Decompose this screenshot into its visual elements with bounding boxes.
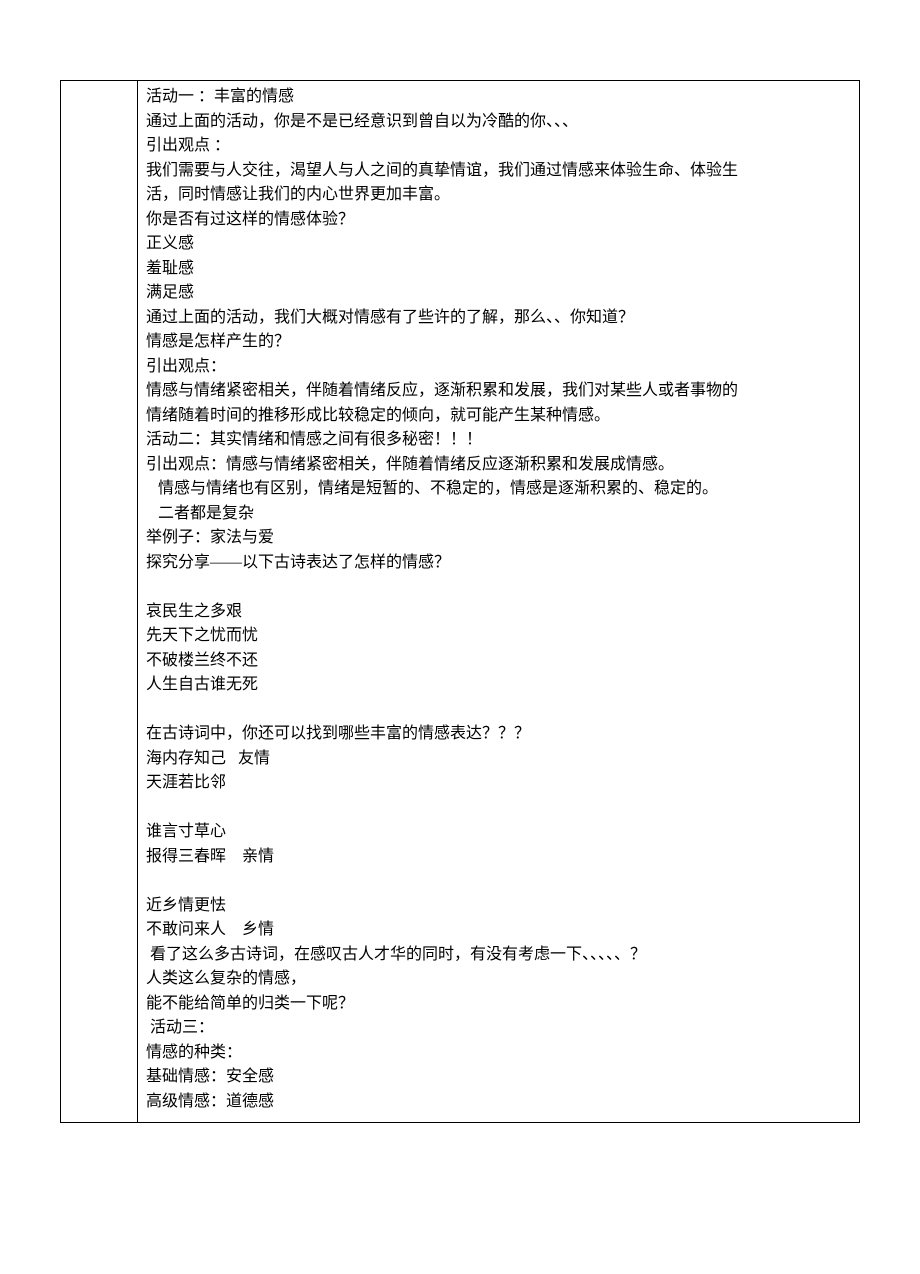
text-line: 引出观点 ： xyxy=(146,134,851,159)
text-line: 不敢问来人 乡情 xyxy=(146,918,851,943)
text-line: 正义感 xyxy=(146,232,851,257)
blank-line xyxy=(146,575,851,600)
page-container: 活动一 ：丰富的情感通过上面的活动，你是不是已经意识到曾自以为冷酷的你、、、引出… xyxy=(0,0,920,1274)
text-line: 情绪随着时间的推移形成比较稳定的倾向，就可能产生某种情感。 xyxy=(146,404,851,429)
text-line: 天涯若比邻 xyxy=(146,771,851,796)
text-line: 基础情感：安全感 xyxy=(146,1065,851,1090)
blank-line xyxy=(146,698,851,723)
text-line: 高级情感：道德感 xyxy=(146,1090,851,1115)
text-line: 先天下之忧而忧 xyxy=(146,624,851,649)
text-line: 近乡情更怯 xyxy=(146,894,851,919)
text-line: 满足感 xyxy=(146,281,851,306)
text-line: 通过上面的活动，我们大概对情感有了些许的了解，那么、、你知道？ xyxy=(146,306,851,331)
content-table: 活动一 ：丰富的情感通过上面的活动，你是不是已经意识到曾自以为冷酷的你、、、引出… xyxy=(60,80,860,1123)
text-line: 活动一 ：丰富的情感 xyxy=(146,85,851,110)
text-line: 通过上面的活动，你是不是已经意识到曾自以为冷酷的你、、、 xyxy=(146,110,851,135)
text-line: 看了这么多古诗词，在感叹古人才华的同时，有没有考虑一下、、、、、？ xyxy=(146,943,851,968)
text-line: 在古诗词中，你还可以找到哪些丰富的情感表达？？？ xyxy=(146,722,851,747)
text-line: 引出观点：情感与情绪紧密相关，伴随着情绪反应逐渐积累和发展成情感。 xyxy=(146,453,851,478)
text-line: 情感是怎样产生的？ xyxy=(146,330,851,355)
text-line: 人类这么复杂的情感， xyxy=(146,967,851,992)
left-cell xyxy=(61,81,138,1123)
text-line: 情感的种类： xyxy=(146,1041,851,1066)
text-line: 你是否有过这样的情感体验？ xyxy=(146,208,851,233)
text-line: 哀民生之多艰 xyxy=(146,600,851,625)
text-line: 羞耻感 xyxy=(146,257,851,282)
text-line: 能不能给简单的归类一下呢？ xyxy=(146,992,851,1017)
content-block: 活动一 ：丰富的情感通过上面的活动，你是不是已经意识到曾自以为冷酷的你、、、引出… xyxy=(146,85,851,1114)
content-cell: 活动一 ：丰富的情感通过上面的活动，你是不是已经意识到曾自以为冷酷的你、、、引出… xyxy=(138,81,860,1123)
text-line: 报得三春晖 亲情 xyxy=(146,845,851,870)
blank-line xyxy=(146,796,851,821)
text-line: 活动二：其实情绪和情感之间有很多秘密！！！ xyxy=(146,428,851,453)
text-line: 活，同时情感让我们的内心世界更加丰富。 xyxy=(146,183,851,208)
text-line: 活动三： xyxy=(146,1016,851,1041)
blank-line xyxy=(146,869,851,894)
text-line: 不破楼兰终不还 xyxy=(146,649,851,674)
text-line: 谁言寸草心 xyxy=(146,820,851,845)
text-line: 情感与情绪也有区别，情绪是短暂的、不稳定的，情感是逐渐积累的、稳定的。 xyxy=(146,477,851,502)
text-line: 情感与情绪紧密相关，伴随着情绪反应，逐渐积累和发展，我们对某些人或者事物的 xyxy=(146,379,851,404)
text-line: 二者都是复杂 xyxy=(146,502,851,527)
text-line: 人生自古谁无死 xyxy=(146,673,851,698)
text-line: 举例子：家法与爱 xyxy=(146,526,851,551)
text-line: 引出观点： xyxy=(146,355,851,380)
text-line: 海内存知己 友情 xyxy=(146,747,851,772)
table-row: 活动一 ：丰富的情感通过上面的活动，你是不是已经意识到曾自以为冷酷的你、、、引出… xyxy=(61,81,860,1123)
text-line: 我们需要与人交往，渴望人与人之间的真挚情谊，我们通过情感来体验生命、体验生 xyxy=(146,159,851,184)
text-line: 探究分享——以下古诗表达了怎样的情感？ xyxy=(146,551,851,576)
